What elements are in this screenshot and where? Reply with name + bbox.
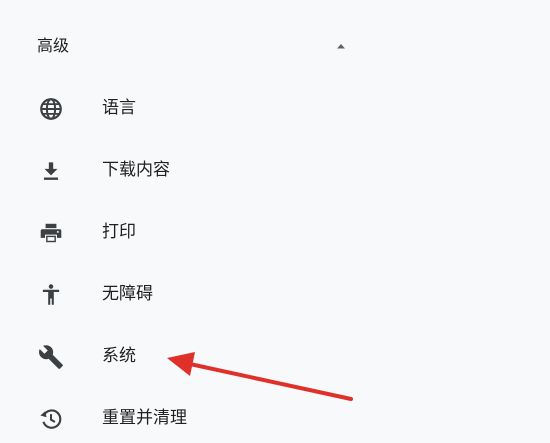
history-icon xyxy=(38,406,64,432)
menu-item-language[interactable]: 语言 xyxy=(0,83,380,133)
menu-item-label: 下载内容 xyxy=(102,160,170,180)
download-icon xyxy=(38,158,64,184)
menu-item-label: 打印 xyxy=(102,222,136,242)
advanced-section-header[interactable]: 高级 xyxy=(0,24,380,68)
menu-item-label: 系统 xyxy=(102,346,136,366)
arrow-drop-up-icon[interactable] xyxy=(333,38,349,54)
menu-item-print[interactable]: 打印 xyxy=(0,207,380,257)
globe-icon xyxy=(38,96,64,122)
menu-item-label: 语言 xyxy=(102,98,136,118)
menu-item-reset[interactable]: 重置并清理 xyxy=(0,393,380,443)
menu-item-label: 无障碍 xyxy=(102,284,153,304)
menu-item-label: 重置并清理 xyxy=(102,408,187,428)
printer-icon xyxy=(38,220,64,246)
menu-item-system[interactable]: 系统 xyxy=(0,331,380,381)
wrench-icon xyxy=(38,344,64,370)
menu-item-accessibility[interactable]: 无障碍 xyxy=(0,269,380,319)
settings-panel: 高级 语言 下载内容 打印 无障碍 系统 重置并清理 xyxy=(0,0,550,443)
section-title: 高级 xyxy=(37,36,70,55)
accessibility-icon xyxy=(38,282,64,308)
menu-item-downloads[interactable]: 下载内容 xyxy=(0,145,380,195)
